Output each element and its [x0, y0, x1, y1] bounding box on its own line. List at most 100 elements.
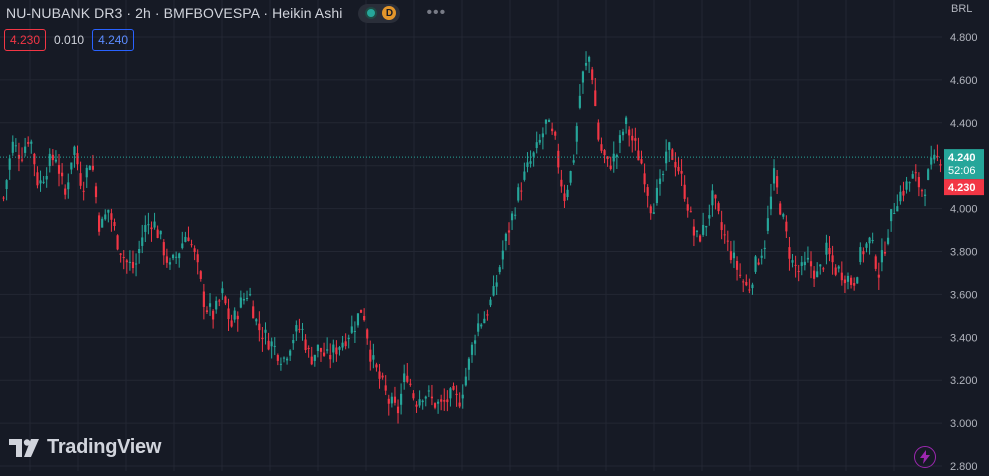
candle-body — [162, 242, 165, 256]
candle-body — [104, 214, 107, 220]
candle-body — [917, 177, 920, 188]
dividend-badge[interactable]: D — [382, 6, 397, 20]
candle-body — [264, 329, 267, 333]
candle-body — [421, 400, 424, 403]
candle-body — [763, 247, 766, 249]
candle-body — [125, 260, 128, 263]
candle-body — [853, 282, 856, 286]
brand-name: TradingView — [47, 436, 162, 458]
candle-body — [396, 406, 400, 414]
candle-body — [57, 165, 61, 174]
lightning-icon[interactable] — [914, 446, 936, 468]
candle-body — [671, 149, 674, 160]
candle-body — [526, 162, 529, 167]
candle-body — [896, 206, 899, 212]
candle-body — [156, 229, 159, 238]
candle-body — [363, 316, 366, 321]
candle-body — [871, 239, 874, 242]
candle-body — [658, 178, 662, 185]
candle-body — [113, 222, 116, 227]
symbol-title[interactable]: NU-NUBANK DR3 · 2h · BMFBOVESPA · Heikin… — [6, 5, 342, 21]
currency-label[interactable]: BRL — [951, 3, 972, 15]
countdown-text: 52:06 — [948, 165, 976, 177]
candle-body — [674, 161, 677, 168]
candle-body — [529, 161, 532, 164]
price-labels: 4.24052:06 4.230 — [0, 149, 984, 196]
candle-body — [772, 168, 776, 184]
candle-body — [387, 398, 390, 404]
candle-body — [662, 173, 665, 175]
price-axis[interactable]: 2.8003.0003.2003.4003.6003.8004.0004.200… — [950, 32, 978, 473]
candle-body — [859, 247, 862, 263]
candle-body — [862, 251, 865, 255]
candle-body — [218, 300, 221, 302]
candle-body — [212, 310, 215, 320]
candle-body — [535, 142, 538, 148]
candle-body — [233, 310, 236, 320]
candle-body — [430, 396, 434, 399]
candle-body — [652, 212, 655, 214]
candle-body — [711, 190, 714, 206]
candle-body — [165, 256, 168, 263]
candle-body — [319, 347, 323, 352]
candle-body — [822, 268, 825, 270]
candle-body — [375, 364, 378, 368]
candle-body — [470, 344, 474, 355]
candle-body — [261, 337, 264, 340]
candle-body — [458, 402, 461, 407]
bid-price[interactable]: 4.230 — [4, 29, 47, 51]
price-chart[interactable]: 2.8003.0003.2003.4003.6003.8004.0004.200… — [0, 0, 989, 473]
status-badges[interactable]: D — [358, 3, 401, 23]
candle-body — [880, 250, 883, 263]
candle-body — [150, 227, 153, 230]
grid — [0, 0, 942, 471]
candle-body — [110, 213, 113, 220]
chart-area[interactable]: 2.8003.0003.2003.4003.6003.8004.0004.200… — [0, 0, 989, 473]
candle-body — [199, 271, 202, 279]
candle-body — [877, 274, 880, 278]
candle-body — [175, 256, 178, 258]
candle-body — [831, 255, 834, 263]
candle-body — [184, 236, 187, 242]
ask-price[interactable]: 4.240 — [92, 29, 135, 51]
candle-body — [791, 260, 794, 263]
candle-body — [267, 340, 270, 350]
candle-body — [427, 390, 430, 392]
candle-body — [554, 131, 557, 136]
y-tick-label: 4.000 — [950, 204, 978, 216]
candle-body — [923, 194, 927, 196]
tradingview-logo[interactable]: TradingView — [9, 436, 161, 459]
candle-body — [695, 230, 699, 232]
candle-body — [286, 358, 289, 361]
candle-body — [372, 355, 375, 360]
candle-body — [689, 211, 692, 213]
candle-body — [292, 340, 295, 344]
candle-body — [760, 255, 763, 258]
candle-body — [20, 159, 24, 161]
candle-body — [202, 291, 205, 307]
y-tick-label: 2.800 — [950, 461, 978, 471]
more-options-icon[interactable]: ••• — [426, 4, 446, 22]
candle-body — [569, 171, 572, 183]
candle-body — [138, 248, 141, 254]
candle-body — [107, 209, 110, 213]
candle-body — [742, 281, 745, 283]
candle-body — [501, 250, 504, 260]
candle-body — [85, 167, 88, 178]
candle-body — [332, 344, 335, 353]
candle-body — [338, 347, 341, 350]
candle-body — [477, 323, 480, 332]
candle-body — [116, 235, 119, 250]
candle-body — [245, 297, 249, 299]
candle-body — [79, 173, 82, 186]
candle-body — [242, 299, 246, 301]
candle-body — [649, 206, 652, 214]
candle-body — [720, 222, 723, 231]
candle-body — [637, 150, 640, 161]
candle-body — [544, 119, 548, 124]
candle-body — [279, 363, 282, 365]
candle-body — [498, 267, 501, 273]
candle-body — [748, 289, 751, 291]
candle-body — [495, 282, 498, 287]
candle-body — [732, 252, 736, 259]
